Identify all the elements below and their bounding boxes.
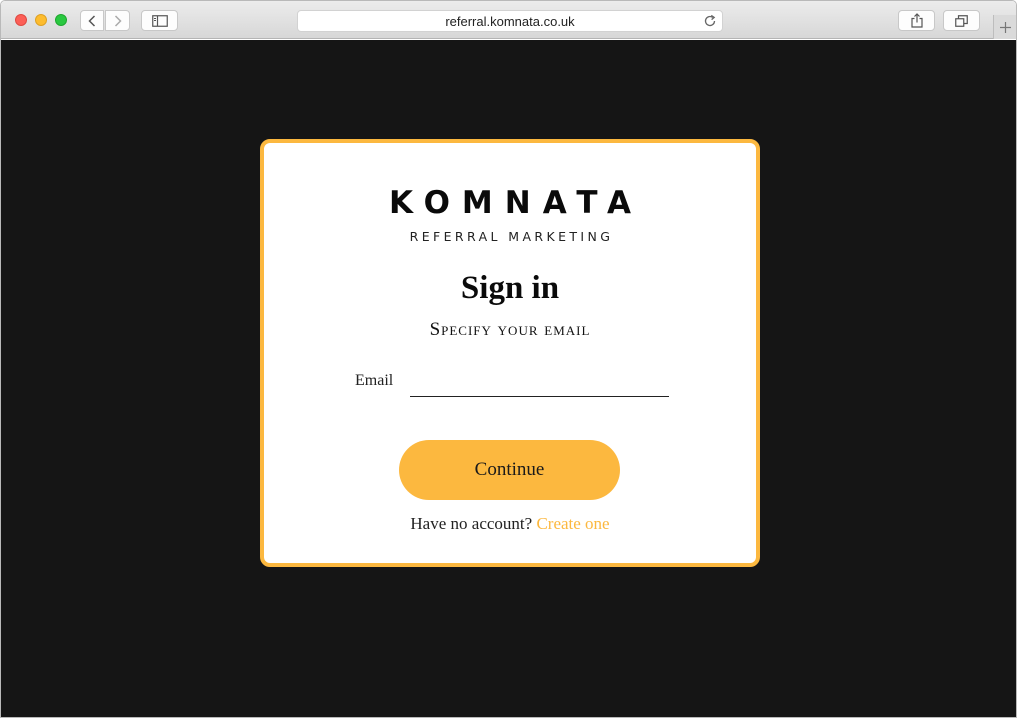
signup-prompt-text: Have no account?: [410, 514, 533, 533]
page-title: Sign in: [460, 270, 560, 306]
continue-button[interactable]: Continue: [399, 440, 620, 500]
chevron-right-icon: [114, 14, 122, 27]
sidebar-icon: [151, 14, 168, 27]
reload-icon[interactable]: [703, 14, 717, 28]
plus-icon: [1000, 21, 1011, 33]
address-bar[interactable]: referral.komnata.co.uk: [297, 10, 723, 32]
browser-window: referral.komnata.co.uk KOMNATA REFERRAL …: [0, 0, 1017, 718]
tabs-icon: [955, 14, 968, 27]
chevron-left-icon: [88, 14, 96, 27]
page-viewport: KOMNATA REFERRAL MARKETING Sign in Speci…: [1, 40, 1016, 717]
sign-in-card: KOMNATA REFERRAL MARKETING Sign in Speci…: [260, 139, 760, 567]
create-account-link[interactable]: Create one: [536, 514, 609, 533]
close-window-button[interactable]: [15, 14, 27, 26]
show-tabs-button[interactable]: [943, 10, 980, 31]
brand-logo: KOMNATA: [388, 185, 644, 221]
brand-tagline: REFERRAL MARKETING: [409, 229, 614, 244]
fullscreen-window-button[interactable]: [55, 14, 67, 26]
forward-button[interactable]: [105, 10, 130, 31]
signup-prompt: Have no account? Create one: [264, 514, 756, 534]
share-button[interactable]: [898, 10, 935, 31]
new-tab-button[interactable]: [993, 15, 1016, 39]
email-label: Email: [355, 372, 394, 389]
share-icon: [910, 13, 923, 28]
page-subtitle: Specify your email: [429, 319, 591, 340]
minimize-window-button[interactable]: [35, 14, 47, 26]
sidebar-button[interactable]: [141, 10, 178, 31]
address-url[interactable]: referral.komnata.co.uk: [298, 14, 722, 29]
back-button[interactable]: [80, 10, 104, 31]
browser-toolbar: referral.komnata.co.uk: [1, 1, 1016, 39]
email-field[interactable]: [410, 369, 669, 397]
